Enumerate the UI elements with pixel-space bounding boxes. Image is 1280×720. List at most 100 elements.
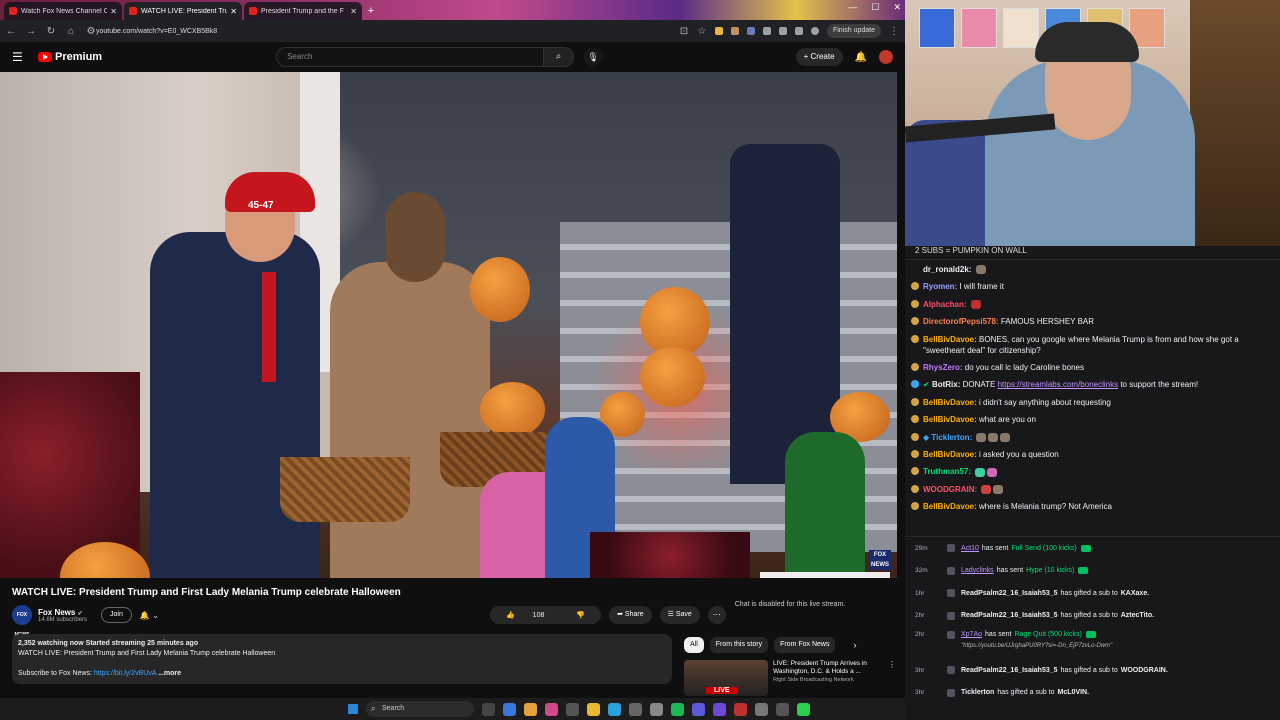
chat-username[interactable]: BellBivDavoe: (923, 398, 977, 407)
chevron-down-icon: ⌄ (152, 610, 159, 620)
join-button[interactable]: Join (101, 607, 132, 623)
more-options-icon[interactable]: ⋮ (888, 660, 896, 696)
activity-user[interactable]: Ladyclinks (961, 567, 994, 574)
app-icon[interactable] (566, 702, 579, 716)
chevron-right-icon[interactable]: › (853, 640, 856, 650)
windows-start-icon[interactable] (348, 704, 358, 714)
back-icon[interactable]: ← (6, 26, 16, 37)
spotify-icon[interactable] (671, 702, 684, 716)
activity-user[interactable]: ReadPsalm22_16_Isaiah53_5 (961, 612, 1058, 619)
browser-tab-3[interactable]: President Trump and the F ✕ (244, 2, 362, 20)
app-icon[interactable] (776, 702, 789, 716)
home-icon[interactable]: ⌂ (66, 26, 76, 37)
description-box[interactable]: 2,352 watching now Started streaming 25 … (12, 634, 672, 684)
extension-icon[interactable] (714, 27, 723, 35)
subscribe-link[interactable]: https://bit.ly/2vBUvA (94, 670, 156, 677)
site-info-icon[interactable]: ⚙ (86, 26, 96, 37)
description-line: WATCH LIVE: President Trump and First La… (18, 650, 276, 657)
profile-icon[interactable] (810, 27, 819, 35)
show-more-link[interactable]: ...more (158, 670, 181, 677)
chat-username[interactable]: Alphachan: (923, 300, 967, 309)
activity-user[interactable]: Ticklerton (961, 689, 994, 696)
chat-username[interactable]: BellBivDavoe: (923, 450, 977, 459)
chat-username[interactable]: BotRix: (932, 380, 960, 389)
channel-name[interactable]: Fox News ✔ (38, 608, 87, 617)
app-icon[interactable] (713, 702, 726, 716)
file-explorer-icon[interactable] (587, 702, 600, 716)
extension-icon[interactable] (746, 27, 755, 35)
new-tab-icon[interactable]: + (364, 4, 378, 18)
youtube-logo[interactable]: Premium (38, 51, 102, 63)
app-icon[interactable] (692, 702, 705, 716)
chat-username[interactable]: BellBivDavoe: (923, 415, 977, 424)
chip-all[interactable]: All (684, 637, 704, 653)
telegram-icon[interactable] (608, 702, 621, 716)
subscribed-bell-dropdown[interactable]: 🔔 ⌄ (140, 611, 159, 620)
browser-tab-2[interactable]: WATCH LIVE: President Tru ✕ (124, 2, 242, 20)
app-icon[interactable] (629, 702, 642, 716)
account-avatar[interactable] (879, 50, 893, 64)
notifications-bell-icon[interactable]: 🔔 (855, 52, 867, 63)
chat-username[interactable]: dr_ronald2k: (923, 265, 971, 274)
extension-icon[interactable] (778, 27, 787, 35)
menu-dots-icon[interactable]: ⋮ (889, 26, 899, 37)
extension-icon[interactable] (794, 27, 803, 35)
close-window-icon[interactable]: ✕ (893, 2, 901, 13)
related-title[interactable]: LIVE: President Trump Arrives in Washing… (773, 660, 883, 676)
activity-user[interactable]: ReadPsalm22_16_Isaiah53_5 (961, 667, 1058, 674)
install-icon[interactable]: ⊡ (679, 26, 689, 37)
chip-from-fox-news[interactable]: From Fox News (774, 637, 836, 653)
like-button[interactable]: 👍 108 (490, 611, 560, 619)
microphone-icon[interactable]: 🎙 (584, 48, 603, 66)
chat-username[interactable]: BellBivDavoe: (923, 502, 977, 511)
app-icon[interactable] (755, 702, 768, 716)
close-icon[interactable]: ✕ (110, 7, 117, 16)
finish-update-button[interactable]: Finish update (826, 24, 881, 38)
chrome-browser-icon[interactable] (524, 702, 537, 716)
chat-username[interactable]: Ryomen: (923, 282, 957, 291)
chip-from-this-story[interactable]: From this story (709, 637, 769, 653)
chat-username[interactable]: DirectorofPepsi578: (923, 317, 999, 326)
share-button[interactable]: ➦ Share (609, 606, 652, 624)
task-view-icon[interactable] (482, 702, 495, 716)
related-thumbnail[interactable]: LIVE (684, 660, 768, 696)
maximize-icon[interactable]: ☐ (871, 2, 879, 13)
chat-username[interactable]: Ticklerton: (931, 433, 972, 442)
video-player[interactable]: 45-47 FOX NEWS (0, 72, 897, 578)
hamburger-menu-icon[interactable]: ☰ (12, 50, 24, 64)
browser-tab-1[interactable]: Watch Fox News Channel O ✕ (4, 2, 122, 20)
activity-user[interactable]: ReadPsalm22_16_Isaiah53_5 (961, 590, 1058, 597)
edge-browser-icon[interactable] (503, 702, 516, 716)
chat-link[interactable]: https://streamlabs.com/boneclinks (998, 380, 1119, 389)
app-icon[interactable] (650, 702, 663, 716)
app-icon[interactable] (797, 702, 810, 716)
search-icon[interactable]: ⌕ (544, 47, 575, 67)
forward-icon[interactable]: → (26, 26, 36, 37)
chat-username[interactable]: RhysZero: (923, 363, 963, 372)
search-input[interactable]: Search (276, 47, 545, 67)
chat-text: what are you on (979, 415, 1036, 425)
activity-user[interactable]: Act10 (961, 545, 979, 552)
chat-text: where is Melania trump? Not America (979, 502, 1112, 512)
close-icon[interactable]: ✕ (230, 7, 237, 16)
url-field[interactable]: ⚙ youtube.com/watch?v=E0_WCXB5Bk8 (86, 23, 669, 39)
bookmark-star-icon[interactable]: ☆ (697, 26, 707, 37)
create-button[interactable]: + Create (795, 48, 843, 66)
chat-username[interactable]: WOODGRAIN: (923, 485, 977, 494)
app-icon[interactable] (734, 702, 747, 716)
reload-icon[interactable]: ↻ (46, 26, 56, 37)
gift-icon (947, 666, 955, 675)
minimize-icon[interactable]: — (848, 2, 857, 13)
extension-icon[interactable] (762, 27, 771, 35)
taskbar-search-input[interactable]: Search (366, 701, 474, 717)
dislike-button[interactable]: 👎 (560, 611, 601, 619)
related-video-item[interactable]: LIVE LIVE: President Trump Arrives in Wa… (684, 660, 896, 696)
extension-icon[interactable] (730, 27, 739, 35)
app-icon[interactable] (545, 702, 558, 716)
activity-user[interactable]: Xp7Ao (961, 631, 982, 638)
chat-username[interactable]: BellBivDavoe: (923, 335, 977, 344)
close-icon[interactable]: ✕ (350, 7, 357, 16)
channel-avatar[interactable]: FOX NEWS (12, 605, 32, 638)
logo-text: Premium (55, 51, 103, 63)
chat-username[interactable]: Truthman57: (923, 467, 971, 476)
